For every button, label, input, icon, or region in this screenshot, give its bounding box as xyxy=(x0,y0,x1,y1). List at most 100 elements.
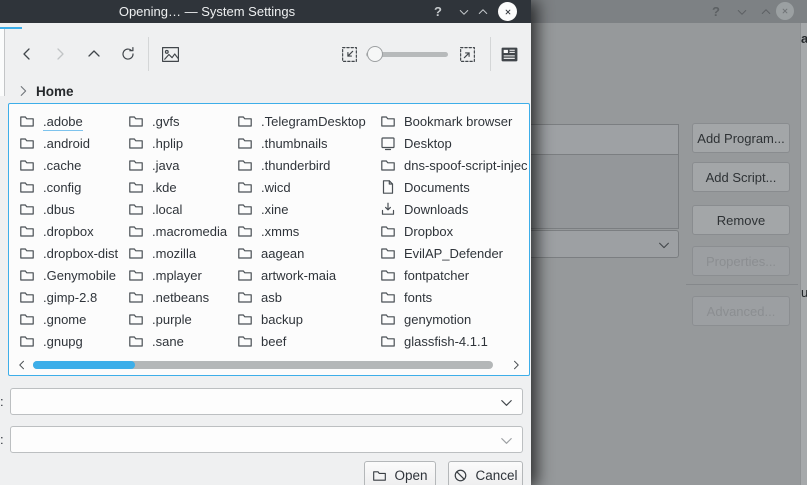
file-item[interactable]: .java xyxy=(122,154,231,176)
file-open-dialog: Opening… — System Settings ? Home .adobe… xyxy=(0,0,531,485)
file-item[interactable]: fonts xyxy=(374,286,527,308)
maximize-button[interactable] xyxy=(757,3,775,20)
file-name-combobox[interactable] xyxy=(10,388,523,415)
dialog-titlebar[interactable]: Opening… — System Settings ? xyxy=(0,0,531,23)
file-item[interactable]: genymotion xyxy=(374,308,527,330)
zoom-slider[interactable] xyxy=(366,46,448,62)
background-list-box[interactable] xyxy=(531,154,679,229)
scroll-right-button[interactable] xyxy=(509,358,523,372)
file-item-label: Downloads xyxy=(404,201,469,217)
file-item[interactable]: .config xyxy=(13,176,122,198)
cancel-button[interactable]: Cancel xyxy=(448,461,523,485)
file-item[interactable]: dns-spoof-script-inject xyxy=(374,154,527,176)
file-item[interactable]: .mplayer xyxy=(122,264,231,286)
file-item[interactable]: artwork-maia xyxy=(231,264,374,286)
file-item[interactable]: .macromedia xyxy=(122,220,231,242)
scrollbar-thumb[interactable] xyxy=(33,361,135,369)
file-item[interactable]: Downloads xyxy=(374,198,527,220)
background-combobox[interactable] xyxy=(531,230,679,258)
forward-button[interactable] xyxy=(50,44,70,64)
file-item[interactable]: .dbus xyxy=(13,198,122,220)
file-item[interactable]: .xine xyxy=(231,198,374,220)
zoom-slider-handle[interactable] xyxy=(367,46,383,62)
add-program-button[interactable]: Add Program... xyxy=(692,123,790,153)
file-item[interactable]: .thunderbird xyxy=(231,154,374,176)
background-text-field[interactable] xyxy=(531,124,679,155)
folder-icon xyxy=(380,245,396,261)
file-item[interactable]: .sane xyxy=(122,330,231,352)
background-window-titlebar[interactable]: ? xyxy=(531,0,807,23)
file-item[interactable]: Dropbox xyxy=(374,220,527,242)
file-item-label: .gnupg xyxy=(43,333,83,349)
scrollbar-track[interactable] xyxy=(33,361,493,369)
minimize-button[interactable] xyxy=(733,3,751,20)
close-button[interactable] xyxy=(498,2,517,21)
file-item[interactable]: .gnome xyxy=(13,308,122,330)
breadcrumb-home[interactable]: Home xyxy=(36,84,74,99)
refresh-button[interactable] xyxy=(118,44,138,64)
file-item[interactable]: .kde xyxy=(122,176,231,198)
folder-icon xyxy=(128,157,144,173)
chevron-down-icon[interactable] xyxy=(499,433,514,448)
close-button[interactable] xyxy=(776,2,794,20)
maximize-button[interactable] xyxy=(474,3,492,20)
file-item[interactable]: .gnupg xyxy=(13,330,122,352)
open-button[interactable]: Open xyxy=(364,461,436,485)
filter-combobox[interactable] xyxy=(10,426,523,453)
file-item[interactable]: .Genymobile xyxy=(13,264,122,286)
file-item[interactable]: .dropbox-dist xyxy=(13,242,122,264)
folder-icon xyxy=(19,289,35,305)
folder-icon xyxy=(237,179,253,195)
file-item[interactable]: .TelegramDesktop xyxy=(231,110,374,132)
background-scrollbar[interactable] xyxy=(800,23,807,485)
help-button[interactable]: ? xyxy=(707,3,725,20)
file-item[interactable]: .mozilla xyxy=(122,242,231,264)
view-mode-button[interactable] xyxy=(499,44,519,64)
scroll-left-button[interactable] xyxy=(15,358,29,372)
file-item[interactable]: Documents xyxy=(374,176,527,198)
up-button[interactable] xyxy=(84,44,104,64)
folder-icon xyxy=(128,113,144,129)
file-item[interactable]: .wicd xyxy=(231,176,374,198)
folder-icon xyxy=(380,333,396,349)
back-button[interactable] xyxy=(17,44,37,64)
chevron-down-icon[interactable] xyxy=(499,395,514,410)
chevron-right-icon[interactable] xyxy=(16,84,30,98)
folder-icon xyxy=(128,179,144,195)
folder-icon xyxy=(380,289,396,305)
help-button[interactable]: ? xyxy=(429,3,447,20)
file-item[interactable]: fontpatcher xyxy=(374,264,527,286)
file-item[interactable]: .local xyxy=(122,198,231,220)
file-item-label: glassfish-4.1.1 xyxy=(404,333,488,349)
file-item-label: .gvfs xyxy=(152,113,180,129)
file-item[interactable]: backup xyxy=(231,308,374,330)
toolbar-separator xyxy=(490,37,491,71)
file-item[interactable]: .netbeans xyxy=(122,286,231,308)
minimize-button[interactable] xyxy=(455,3,473,20)
file-item[interactable]: .thumbnails xyxy=(231,132,374,154)
file-item[interactable]: .dropbox xyxy=(13,220,122,242)
file-item[interactable]: Bookmark browser xyxy=(374,110,527,132)
file-item-label: .adobe xyxy=(43,113,83,131)
file-item[interactable]: .gvfs xyxy=(122,110,231,132)
file-item[interactable]: .adobe xyxy=(13,110,122,132)
file-item[interactable]: .purple xyxy=(122,308,231,330)
file-item[interactable]: EvilAP_Defender xyxy=(374,242,527,264)
file-item[interactable]: .hplip xyxy=(122,132,231,154)
file-item[interactable]: .xmms xyxy=(231,220,374,242)
zoom-out-button[interactable] xyxy=(339,44,359,64)
filter-label-fragment: : xyxy=(0,432,4,447)
preview-toggle-button[interactable] xyxy=(160,44,180,64)
file-item[interactable]: .android xyxy=(13,132,122,154)
file-item[interactable]: Desktop xyxy=(374,132,527,154)
zoom-in-button[interactable] xyxy=(457,44,477,64)
file-item[interactable]: .gimp-2.8 xyxy=(13,286,122,308)
remove-button[interactable]: Remove xyxy=(692,205,790,235)
breadcrumb: Home xyxy=(16,82,74,100)
file-item[interactable]: .cache xyxy=(13,154,122,176)
file-item[interactable]: asb xyxy=(231,286,374,308)
file-item[interactable]: aagean xyxy=(231,242,374,264)
file-item[interactable]: beef xyxy=(231,330,374,352)
file-item[interactable]: glassfish-4.1.1 xyxy=(374,330,527,352)
add-script-button[interactable]: Add Script... xyxy=(692,162,790,192)
